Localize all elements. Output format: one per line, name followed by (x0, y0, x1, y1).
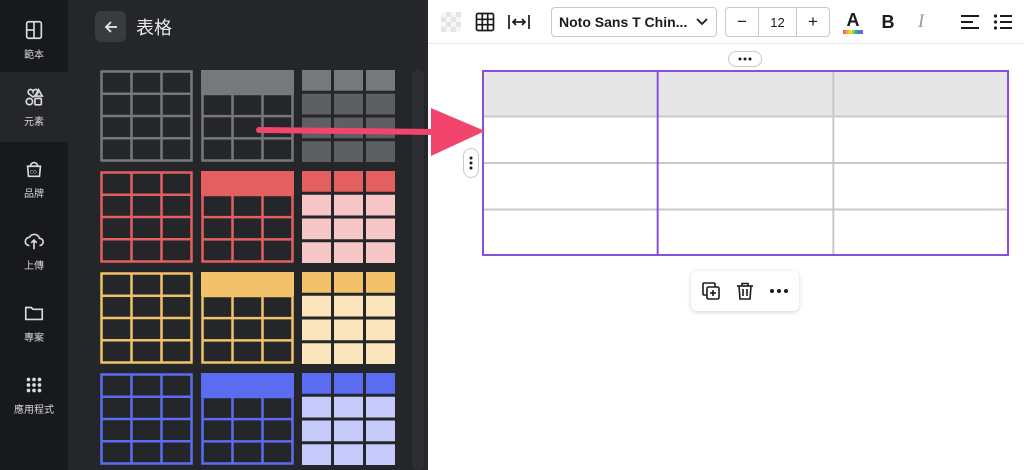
panel-header: 表格 (68, 0, 428, 52)
brand-icon: CO. (26, 161, 42, 178)
font-family-dropdown[interactable]: Noto Sans T Chin... (551, 7, 717, 37)
transparency-icon[interactable] (440, 11, 462, 33)
increase-font-size-button[interactable]: + (797, 8, 829, 36)
arrow-left-icon (104, 20, 117, 33)
back-button[interactable] (95, 11, 126, 42)
table-grid-icon[interactable] (473, 10, 497, 34)
rail-item-elements[interactable]: 元素 (0, 72, 68, 142)
tables-panel: 表格 (68, 0, 428, 470)
table-style-red-2[interactable] (201, 171, 294, 263)
rail-item-brand[interactable]: CO. 品牌 (0, 144, 68, 214)
elements-icon (25, 88, 44, 106)
rail-label: 專案 (24, 333, 44, 344)
table-style-blue-1[interactable] (100, 373, 193, 465)
table-style-red-3[interactable] (302, 171, 395, 263)
table-style-yellow-1[interactable] (100, 272, 193, 364)
rail-item-upload[interactable]: 上傳 (0, 216, 68, 286)
more-icon (738, 57, 752, 61)
font-size-value[interactable]: 12 (758, 8, 797, 36)
italic-icon[interactable]: I (910, 10, 932, 34)
table-style-red-1[interactable] (100, 171, 193, 263)
chevron-down-icon (696, 18, 708, 26)
table-style-blue-3[interactable] (302, 373, 395, 465)
panel-title: 表格 (136, 18, 172, 39)
table-style-gray-2[interactable] (201, 70, 294, 162)
table-style-yellow-2[interactable] (201, 272, 294, 364)
font-family-value: Noto Sans T Chin... (559, 14, 688, 30)
list-icon[interactable] (991, 10, 1015, 34)
rail-label: 上傳 (24, 261, 44, 272)
rail-label: 品牌 (24, 189, 44, 200)
italic-glyph: I (917, 11, 925, 32)
panel-scrollbar[interactable] (412, 70, 424, 470)
more-vertical-icon (469, 156, 473, 170)
folder-icon (24, 306, 44, 321)
trash-icon[interactable] (733, 279, 757, 303)
table-style-yellow-3[interactable] (302, 272, 395, 364)
rail-item-templates[interactable]: 範本 (0, 5, 68, 75)
bold-glyph: B (881, 11, 895, 32)
element-context-toolbar (691, 271, 799, 311)
table-style-gray-1[interactable] (100, 70, 193, 162)
font-size-stepper: − 12 + (725, 7, 830, 37)
spacing-icon[interactable] (506, 10, 532, 34)
svg-text:CO.: CO. (30, 170, 38, 176)
template-icon (25, 20, 43, 40)
table-more-options-button[interactable] (728, 51, 762, 67)
text-color-glyph: A (846, 9, 860, 30)
table-style-gray-3[interactable] (302, 70, 395, 162)
duplicate-icon[interactable] (699, 279, 723, 303)
upload-icon (24, 233, 44, 250)
left-rail: 範本 元素 CO. 品牌 上傳 專案 應用程式 (0, 0, 68, 470)
apps-icon (26, 377, 42, 393)
rail-label: 應用程式 (14, 405, 54, 416)
table-style-blue-2[interactable] (201, 373, 294, 465)
rail-item-projects[interactable]: 專案 (0, 288, 68, 358)
rail-label: 元素 (24, 117, 44, 128)
align-left-icon[interactable] (958, 10, 982, 34)
canvas-table[interactable] (482, 70, 1009, 256)
more-icon[interactable] (767, 279, 791, 303)
table-header-row[interactable] (482, 70, 1009, 117)
text-color-icon[interactable]: A (842, 8, 864, 36)
rail-label: 範本 (24, 50, 44, 61)
decrease-font-size-button[interactable]: − (726, 8, 758, 36)
rail-item-apps[interactable]: 應用程式 (0, 360, 68, 430)
color-bar (843, 29, 863, 34)
row-options-button[interactable] (463, 148, 479, 178)
bold-icon[interactable]: B (877, 10, 899, 34)
